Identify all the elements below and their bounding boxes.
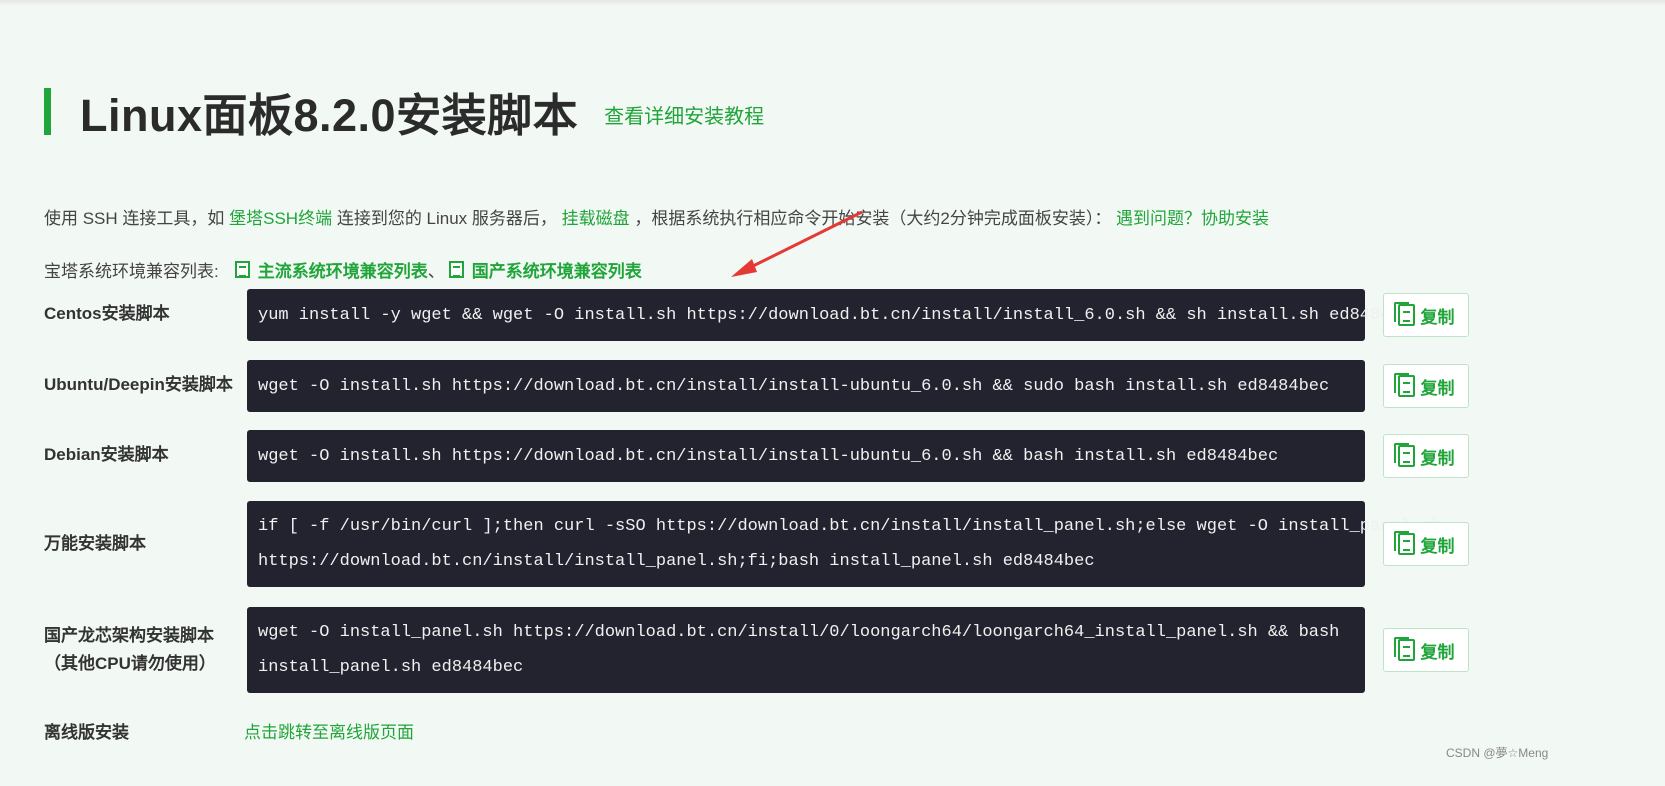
watermark: CSDN @夢☆Meng [1446,746,1549,760]
annotation-arrow [731,210,863,277]
arrow-head [731,259,757,277]
arrow-shaft [744,210,863,272]
